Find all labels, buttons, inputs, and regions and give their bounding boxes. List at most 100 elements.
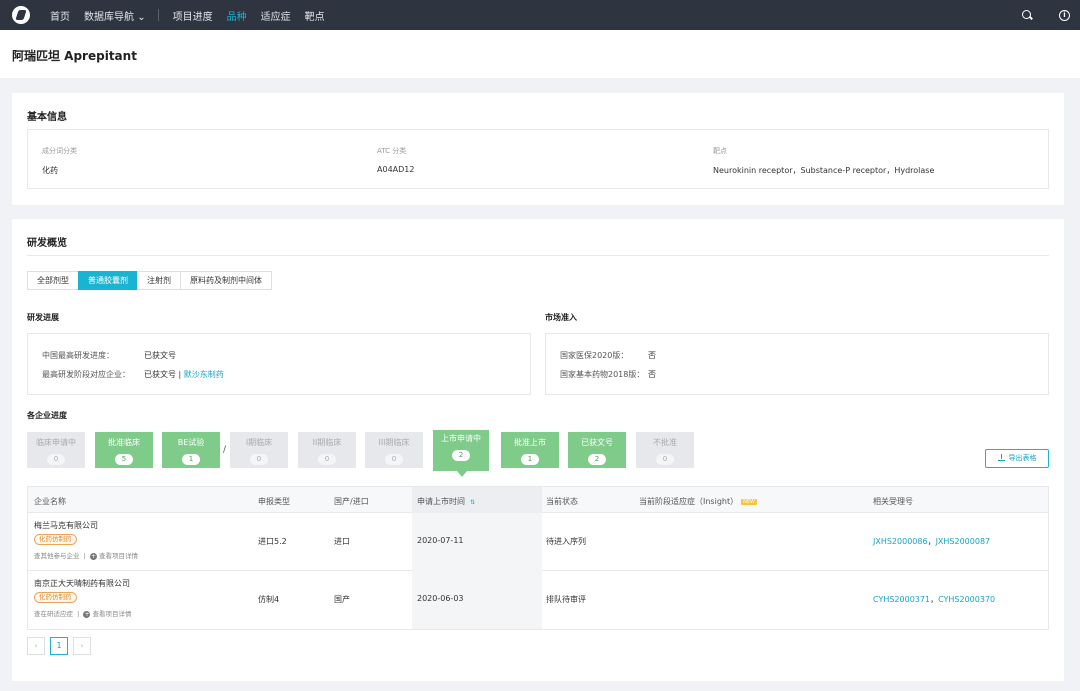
stage-name: 不批准	[653, 438, 677, 447]
chevron-down-icon: ⌄	[137, 11, 146, 23]
stage-name: 上市申请中	[441, 434, 481, 443]
stage-phase-1[interactable]: I期临床 0	[230, 432, 288, 468]
plus-icon: +	[83, 611, 91, 618]
stage-name: III期临床	[378, 438, 410, 447]
cell-origin: 国产	[334, 595, 350, 604]
stage-count: 2	[588, 454, 606, 465]
info-icon[interactable]: i	[1059, 9, 1070, 21]
new-badge: NEW	[741, 499, 757, 505]
nav-divider	[157, 9, 159, 21]
nav-home[interactable]: 首页	[50, 8, 70, 23]
search-icon[interactable]	[1021, 9, 1033, 21]
rd-overview-heading: 研发概览	[27, 238, 67, 249]
export-table-button[interactable]: 导出表格	[985, 449, 1049, 468]
tab-all[interactable]: 全部剂型	[27, 271, 79, 290]
project-detail-link[interactable]: 查看项目详情	[92, 610, 131, 618]
basic-info-card: 基本信息 成分词分类 化药 ATC 分类 A04AD12 靶点 Neurokin…	[12, 93, 1064, 205]
th-acceptance-no: 相关受理号	[873, 497, 913, 506]
row-actions: 查其他参与企业 | + 查看项目详情	[34, 552, 138, 560]
th-indication-label: 当前阶段适应症（Insight）	[639, 497, 739, 506]
company-name-link[interactable]: 梅兰马克有限公司	[34, 520, 98, 531]
field-value: Neurokinin receptor，Substance-P receptor…	[713, 166, 935, 175]
flow-separator: /	[223, 445, 227, 455]
row-value: 否	[648, 351, 656, 360]
prev-page-button[interactable]: ‹	[27, 637, 45, 655]
row-actions: 查在研适应症 | + 查看项目详情	[34, 610, 132, 618]
th-type: 申报类型	[258, 497, 290, 506]
acceptance-no-link[interactable]: CYHS2000371	[873, 595, 930, 604]
market-access-heading: 市场准入	[545, 313, 577, 322]
app-logo-icon[interactable]	[12, 6, 30, 24]
basic-info-heading: 基本信息	[27, 112, 67, 123]
row-key: 国家基本药物2018版：	[560, 370, 645, 379]
cell-status: 排队待审评	[546, 595, 586, 604]
stage-count: 0	[318, 454, 336, 465]
table-row: 梅兰马克有限公司 化药仿制药 查其他参与企业 | + 查看项目详情 进口5.2 进…	[28, 513, 1048, 571]
basic-info-box: 成分词分类 化药 ATC 分类 A04AD12 靶点 Neurokinin re…	[27, 129, 1049, 189]
table-row: 南京正大天晴制药有限公司 化药仿制药 查在研适应症 | + 查看项目详情 仿制4 …	[28, 571, 1048, 629]
th-status: 当前状态	[546, 497, 578, 506]
nav-target[interactable]: 靶点	[305, 8, 325, 23]
next-page-button[interactable]: ›	[73, 637, 91, 655]
stage-rejected[interactable]: 不批准 0	[636, 432, 694, 468]
field-label: ATC 分类	[377, 147, 407, 155]
cell-acceptance-no: CYHS2000371，CYHS2000370	[873, 594, 995, 605]
separator: ，	[930, 595, 939, 604]
field-label: 靶点	[713, 147, 727, 155]
stage-count: 2	[452, 450, 470, 461]
table-header: 企业名称 申报类型 国产/进口 申请上市时间 ⇅ 当前状态 当前阶段适应症（Ins…	[28, 487, 1048, 513]
other-companies-link[interactable]: 查其他参与企业	[34, 552, 80, 560]
field-target: 靶点 Neurokinin receptor，Substance-P recep…	[713, 146, 934, 176]
row-value: 否	[648, 370, 656, 379]
stage-name: 已获文号	[581, 438, 613, 447]
th-date-sortable[interactable]: 申请上市时间 ⇅	[417, 496, 475, 507]
plus-icon: +	[89, 553, 97, 560]
nav-database[interactable]: 数据库导航 ⌄	[84, 8, 146, 23]
row-key: 中国最高研发进度：	[42, 351, 114, 360]
cell-origin: 进口	[334, 537, 350, 546]
stage-count: 1	[521, 454, 539, 465]
company-name-link[interactable]: 南京正大天晴制药有限公司	[34, 578, 130, 589]
rd-progress-heading: 研发进展	[27, 313, 59, 322]
project-detail-link[interactable]: 查看项目详情	[99, 552, 138, 560]
tab-capsule[interactable]: 普通胶囊剂	[78, 271, 138, 290]
cell-date: 2020-06-03	[417, 594, 464, 603]
company-progress-heading: 各企业进度	[27, 411, 67, 420]
acceptance-no-link[interactable]: CYHS2000370	[938, 595, 995, 604]
page-1-button[interactable]: 1	[50, 637, 68, 655]
edl-row: 国家基本药物2018版：否	[560, 369, 656, 380]
stage-clinical-application[interactable]: 临床申请中 0	[27, 432, 85, 468]
acceptance-no-link[interactable]: JXHS2000086	[873, 537, 928, 546]
separator: ，	[927, 537, 936, 546]
rd-overview-card: 研发概览 全部剂型 普通胶囊剂 注射剂 原料药及制剂中间体 研发进展 市场准入 …	[12, 219, 1064, 681]
nav-indication[interactable]: 适应症	[261, 8, 291, 23]
th-origin: 国产/进口	[334, 497, 369, 506]
stage-approval-number[interactable]: 已获文号 2	[568, 432, 626, 468]
stage-phase-2[interactable]: II期临床 0	[298, 432, 356, 468]
dosage-tabs: 全部剂型 普通胶囊剂 注射剂 原料药及制剂中间体	[27, 271, 272, 290]
stage-phase-3[interactable]: III期临床 0	[365, 432, 423, 468]
export-icon	[997, 454, 1005, 461]
indications-link[interactable]: 查在研适应症	[34, 610, 73, 618]
acceptance-no-link[interactable]: JXHS2000087	[936, 537, 991, 546]
th-indication: 当前阶段适应症（Insight） NEW	[639, 496, 757, 507]
stage-clinical-approved[interactable]: 批准临床 5	[95, 432, 153, 468]
nav-right: i	[1021, 0, 1070, 30]
nav-project-progress[interactable]: 项目进度	[173, 8, 213, 23]
stage-market-application[interactable]: 上市申请中 2	[433, 430, 489, 477]
stage-count: 0	[656, 454, 674, 465]
cell-type: 仿制4	[258, 595, 280, 604]
stage-be-trial[interactable]: BE试验 1	[162, 432, 220, 468]
drug-type-tag: 化药仿制药	[34, 534, 77, 545]
row-value: 已获文号	[144, 351, 176, 360]
company-link[interactable]: 默沙东制药	[184, 370, 224, 379]
tab-api[interactable]: 原料药及制剂中间体	[180, 271, 272, 290]
cell-status: 待进入序列	[546, 537, 586, 546]
top-navbar: 首页 数据库导航 ⌄ 项目进度 品种 适应症 靶点 i	[0, 0, 1080, 30]
field-atc: ATC 分类 A04AD12	[377, 146, 414, 174]
stage-market-approved[interactable]: 批准上市 1	[501, 432, 559, 468]
sort-icon[interactable]: ⇅	[470, 499, 475, 506]
stage-name: I期临床	[245, 438, 273, 447]
nav-variety[interactable]: 品种	[227, 8, 247, 23]
tab-injection[interactable]: 注射剂	[137, 271, 181, 290]
